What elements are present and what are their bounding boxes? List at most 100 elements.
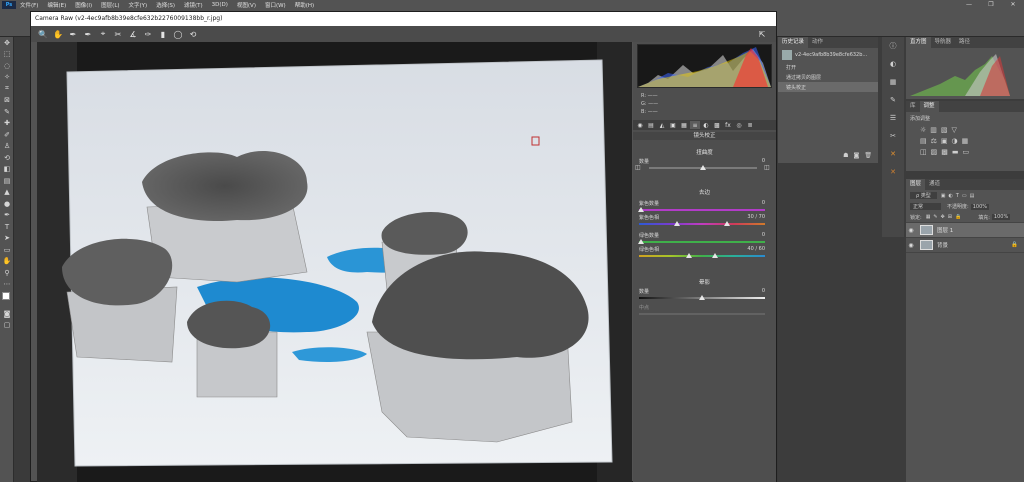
paths-icon[interactable]: ✂: [882, 127, 904, 145]
history-brush-icon[interactable]: ⟲: [0, 152, 14, 164]
purple-hue-slider[interactable]: 紫色色相 30 / 70: [639, 214, 769, 228]
hand-tool-icon[interactable]: ✋: [52, 28, 64, 40]
snapshot-icon[interactable]: ☗: [843, 152, 848, 159]
camera-icon[interactable]: ◙: [854, 152, 860, 159]
gradient-icon[interactable]: ▤: [0, 175, 14, 187]
magic-wand-icon[interactable]: ✧: [0, 72, 14, 84]
visibility-eye-icon[interactable]: ◉: [906, 227, 916, 234]
green-hue-slider[interactable]: 绿色色相 40 / 60: [639, 246, 769, 260]
stamp-icon[interactable]: ♙: [0, 141, 14, 153]
spot-removal-icon[interactable]: ✑: [142, 28, 154, 40]
color-icon[interactable]: ◐: [882, 55, 904, 73]
crop-icon[interactable]: ⌗: [0, 83, 14, 95]
tab-snapshots-icon[interactable]: ◎: [734, 121, 744, 129]
layer-kind-select[interactable]: ρ 类型: [910, 192, 937, 199]
tab-fx-icon[interactable]: ◐: [701, 121, 711, 129]
green-hue-value[interactable]: 40 / 60: [747, 246, 765, 252]
eyedropper-icon[interactable]: ✎: [0, 106, 14, 118]
path-select-icon[interactable]: ➤: [0, 233, 14, 245]
pen-icon[interactable]: ✒: [0, 210, 14, 222]
healing-icon[interactable]: ✚: [0, 118, 14, 130]
tab-presets-icon[interactable]: fx: [723, 121, 733, 129]
tab-basic-icon[interactable]: ◉: [635, 121, 645, 129]
eraser-icon[interactable]: ◧: [0, 164, 14, 176]
open-preferences-icon[interactable]: ⇱: [756, 28, 768, 40]
minimize-button[interactable]: —: [958, 1, 980, 8]
tab-split-toning-icon[interactable]: ▦: [679, 121, 689, 129]
brush-icon[interactable]: ✐: [0, 129, 14, 141]
frame-icon[interactable]: ⊠: [0, 95, 14, 107]
layer-row[interactable]: ◉ 图层 1: [906, 223, 1024, 238]
history-snapshot[interactable]: v2-4ec9afb8b39e8cfe632b...: [778, 48, 878, 62]
green-amount-slider[interactable]: 绿色数量 0: [638, 232, 769, 246]
zoom-icon[interactable]: ⚲: [0, 267, 14, 279]
tab-layers[interactable]: 图层: [906, 179, 926, 190]
type-icon[interactable]: T: [0, 221, 14, 233]
dodge-icon[interactable]: ●: [0, 198, 14, 210]
tab-tone-curve-icon[interactable]: ▤: [646, 121, 656, 129]
color-swatches[interactable]: [0, 290, 13, 308]
properties-icon[interactable]: ☰: [882, 109, 904, 127]
tab-menu-icon[interactable]: ≣: [745, 121, 755, 129]
straighten-icon[interactable]: ∡: [127, 28, 139, 40]
swatches-icon[interactable]: ▦: [882, 73, 904, 91]
info-icon[interactable]: ⓘ: [882, 37, 904, 55]
green-amount-value[interactable]: 0: [762, 232, 765, 238]
move-icon[interactable]: ✥: [0, 37, 14, 49]
tab-adjustments[interactable]: 调整: [919, 101, 939, 112]
more-tools-icon[interactable]: ⋯: [0, 279, 14, 291]
tools-icon[interactable]: ✕: [882, 145, 904, 163]
menu-file[interactable]: 文件(F): [20, 1, 38, 9]
tab-navigator[interactable]: 导航器: [931, 37, 956, 48]
brush-settings-icon[interactable]: ✎: [882, 91, 904, 109]
filter-icons[interactable]: ▣◐T▭▤: [941, 193, 978, 199]
radial-filter-icon[interactable]: ◯: [172, 28, 184, 40]
lock-icons[interactable]: ▦✎✥⊞🔒: [926, 214, 965, 220]
lasso-icon[interactable]: ◌: [0, 60, 14, 72]
quick-mask-icon[interactable]: ◙: [0, 308, 14, 320]
menu-edit[interactable]: 编辑(E): [47, 1, 66, 9]
screen-mode-icon[interactable]: ▢: [0, 320, 14, 332]
purple-amount-value[interactable]: 0: [762, 200, 765, 206]
target-adjust-icon[interactable]: ⌖: [97, 28, 109, 40]
menu-layer[interactable]: 图层(L): [101, 1, 119, 9]
menu-window[interactable]: 窗口(W): [265, 1, 286, 9]
menu-help[interactable]: 帮助(H): [295, 1, 314, 9]
trash-icon[interactable]: 🗑: [864, 152, 872, 159]
tab-hsl-icon[interactable]: ▣: [668, 121, 678, 129]
rotate-icon[interactable]: ⟲: [187, 28, 199, 40]
tab-channels[interactable]: 通道: [925, 179, 944, 190]
layer-name[interactable]: 背景: [937, 241, 948, 249]
image-preview[interactable]: [37, 42, 632, 482]
history-item-selected[interactable]: 镜头校正: [778, 82, 878, 92]
menu-select[interactable]: 选择(S): [156, 1, 175, 9]
purple-amount-slider[interactable]: 紫色数量 0: [638, 200, 769, 214]
tab-paths[interactable]: 路径: [955, 37, 974, 48]
shape-icon[interactable]: ▭: [0, 244, 14, 256]
marquee-icon[interactable]: ⬚: [0, 49, 14, 61]
tab-camera-icon[interactable]: ▩: [712, 121, 722, 129]
history-item[interactable]: 通过拷贝的图层: [778, 72, 878, 82]
tab-history[interactable]: 历史记录: [778, 37, 809, 48]
hand-icon[interactable]: ✋: [0, 256, 14, 268]
blur-icon[interactable]: ▲: [0, 187, 14, 199]
adjustment-icons[interactable]: ☼▥▧▽ ▤⚖▣◑▦ ◫▨▩▬▭: [906, 125, 1024, 158]
close-button[interactable]: ✕: [1002, 1, 1024, 8]
menu-filter[interactable]: 滤镜(T): [184, 1, 203, 9]
menu-image[interactable]: 图像(I): [75, 1, 92, 9]
layer-row[interactable]: ◉ 背景 🔒: [906, 238, 1024, 253]
foreground-color[interactable]: [2, 292, 10, 300]
menu-type[interactable]: 文字(Y): [129, 1, 148, 9]
white-balance-icon[interactable]: ✒: [67, 28, 79, 40]
color-sampler-icon[interactable]: ✒: [82, 28, 94, 40]
opacity-field[interactable]: 100%: [970, 203, 989, 210]
visibility-eye-icon[interactable]: ◉: [906, 242, 916, 249]
distortion-amount-slider[interactable]: 数量 0: [639, 158, 769, 172]
tab-lens-icon[interactable]: ≡: [690, 121, 700, 129]
crop-tool-icon[interactable]: ✂: [112, 28, 124, 40]
history-item[interactable]: 打开: [778, 62, 878, 72]
menu-3d[interactable]: 3D(D): [212, 2, 228, 8]
vignette-amount-slider[interactable]: 数量 0: [639, 288, 769, 302]
distortion-thumb[interactable]: [700, 165, 706, 170]
tab-libraries[interactable]: 库: [906, 101, 920, 112]
